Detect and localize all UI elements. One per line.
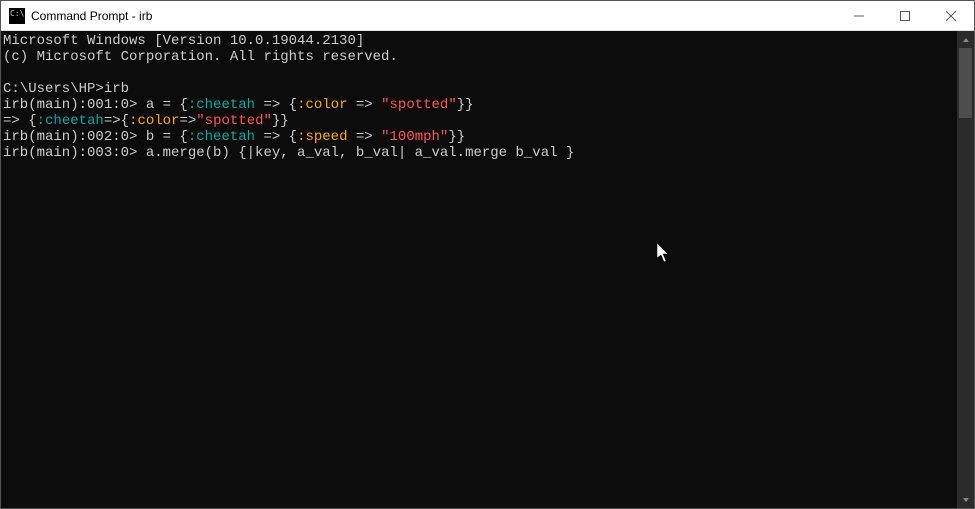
scroll-up-button[interactable] [957, 31, 974, 48]
ruby-symbol: :cheetah [188, 97, 255, 113]
line-winver: Microsoft Windows [Version 10.0.19044.21… [3, 33, 364, 49]
code-text: => [348, 97, 382, 113]
scrollbar-track[interactable] [957, 48, 974, 491]
code-text: b = { [146, 129, 188, 145]
irb-prompt-2: irb(main):002:0> [3, 129, 146, 145]
code-text: }} [457, 97, 474, 113]
cursor-icon [657, 243, 671, 268]
ruby-symbol: :cheetah [188, 129, 255, 145]
code-text: a.merge(b) {|key, a_val, b_val| a_val.me… [146, 145, 574, 161]
ruby-key: :color [297, 97, 347, 113]
ruby-string: "100mph" [381, 129, 448, 145]
ruby-symbol: :cheetah [37, 113, 104, 129]
maximize-button[interactable] [882, 1, 928, 31]
scroll-down-button[interactable] [957, 491, 974, 508]
command-prompt-window: Command Prompt - irb Microsoft Windows [… [0, 0, 975, 509]
code-text: => { [255, 97, 297, 113]
close-button[interactable] [928, 1, 974, 31]
scrollbar-thumb[interactable] [959, 48, 972, 118]
client-area: Microsoft Windows [Version 10.0.19044.21… [1, 31, 974, 508]
code-text: }} [448, 129, 465, 145]
line-cmd-prompt: C:\Users\HP>irb [3, 81, 129, 97]
line-copyright: (c) Microsoft Corporation. All rights re… [3, 49, 398, 65]
code-text: => { [255, 129, 297, 145]
code-text: a = { [146, 97, 188, 113]
ruby-key: :speed [297, 129, 347, 145]
irb-prompt-1: irb(main):001:0> [3, 97, 146, 113]
code-text: =>{ [104, 113, 129, 129]
titlebar[interactable]: Command Prompt - irb [1, 1, 974, 31]
vertical-scrollbar[interactable] [957, 31, 974, 508]
ruby-key: :color [129, 113, 179, 129]
code-text: => [179, 113, 196, 129]
irb-prompt-3: irb(main):003:0> [3, 145, 146, 161]
ruby-string: "spotted" [196, 113, 272, 129]
window-title: Command Prompt - irb [31, 9, 152, 23]
code-text: => { [3, 113, 37, 129]
minimize-button[interactable] [836, 1, 882, 31]
cmd-icon [9, 8, 25, 24]
ruby-string: "spotted" [381, 97, 457, 113]
code-text: => [348, 129, 382, 145]
terminal-output[interactable]: Microsoft Windows [Version 10.0.19044.21… [1, 31, 957, 508]
code-text: }} [272, 113, 289, 129]
